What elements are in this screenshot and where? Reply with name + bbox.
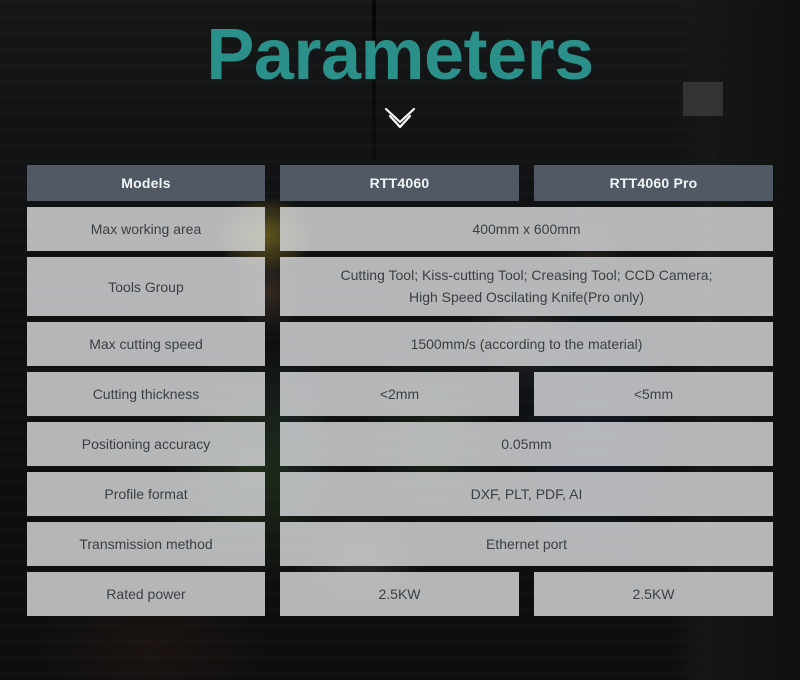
- row-value-model-a: 2.5KW: [280, 572, 519, 616]
- table-header-row: Models RTT4060 RTT4060 Pro: [27, 165, 773, 201]
- hero-section: Parameters: [0, 0, 800, 160]
- table-row: Positioning accuracy 0.05mm: [27, 422, 773, 466]
- row-label: Max working area: [27, 207, 265, 251]
- table-row: Max cutting speed 1500mm/s (according to…: [27, 322, 773, 366]
- row-value-model-a: <2mm: [280, 372, 519, 416]
- row-value-merged: 1500mm/s (according to the material): [280, 322, 773, 366]
- row-label: Profile format: [27, 472, 265, 516]
- row-label: Cutting thickness: [27, 372, 265, 416]
- row-value-model-b: <5mm: [534, 372, 773, 416]
- row-label: Tools Group: [27, 257, 265, 316]
- row-value-line-1: Cutting Tool; Kiss-cutting Tool; Creasin…: [340, 266, 713, 283]
- row-value-merged: Ethernet port: [280, 522, 773, 566]
- table-row: Tools Group Cutting Tool; Kiss-cutting T…: [27, 257, 773, 316]
- table-row: Cutting thickness <2mm <5mm: [27, 372, 773, 416]
- table-row: Profile format DXF, PLT, PDF, AI: [27, 472, 773, 516]
- column-header-models: Models: [27, 165, 265, 201]
- row-value-merged: Cutting Tool; Kiss-cutting Tool; Creasin…: [280, 257, 773, 316]
- row-value-merged: 0.05mm: [280, 422, 773, 466]
- row-value-merged: DXF, PLT, PDF, AI: [280, 472, 773, 516]
- row-value-model-b: 2.5KW: [534, 572, 773, 616]
- column-header-rtt4060: RTT4060: [280, 165, 519, 201]
- row-label: Positioning accuracy: [27, 422, 265, 466]
- row-value-merged: 400mm x 600mm: [280, 207, 773, 251]
- table-row: Rated power 2.5KW 2.5KW: [27, 572, 773, 616]
- parameters-page: Parameters Models RTT4060 RTT4060 Pro Ma…: [0, 0, 800, 680]
- specifications-table: Models RTT4060 RTT4060 Pro Max working a…: [27, 165, 773, 622]
- row-label: Rated power: [27, 572, 265, 616]
- table-row: Max working area 400mm x 600mm: [27, 207, 773, 251]
- double-chevron-down-icon[interactable]: [377, 106, 423, 132]
- table-row: Transmission method Ethernet port: [27, 522, 773, 566]
- row-label: Transmission method: [27, 522, 265, 566]
- column-header-rtt4060-pro: RTT4060 Pro: [534, 165, 773, 201]
- row-value-line-2: High Speed Oscilating Knife(Pro only): [408, 288, 644, 305]
- page-title: Parameters: [206, 15, 594, 95]
- row-label: Max cutting speed: [27, 322, 265, 366]
